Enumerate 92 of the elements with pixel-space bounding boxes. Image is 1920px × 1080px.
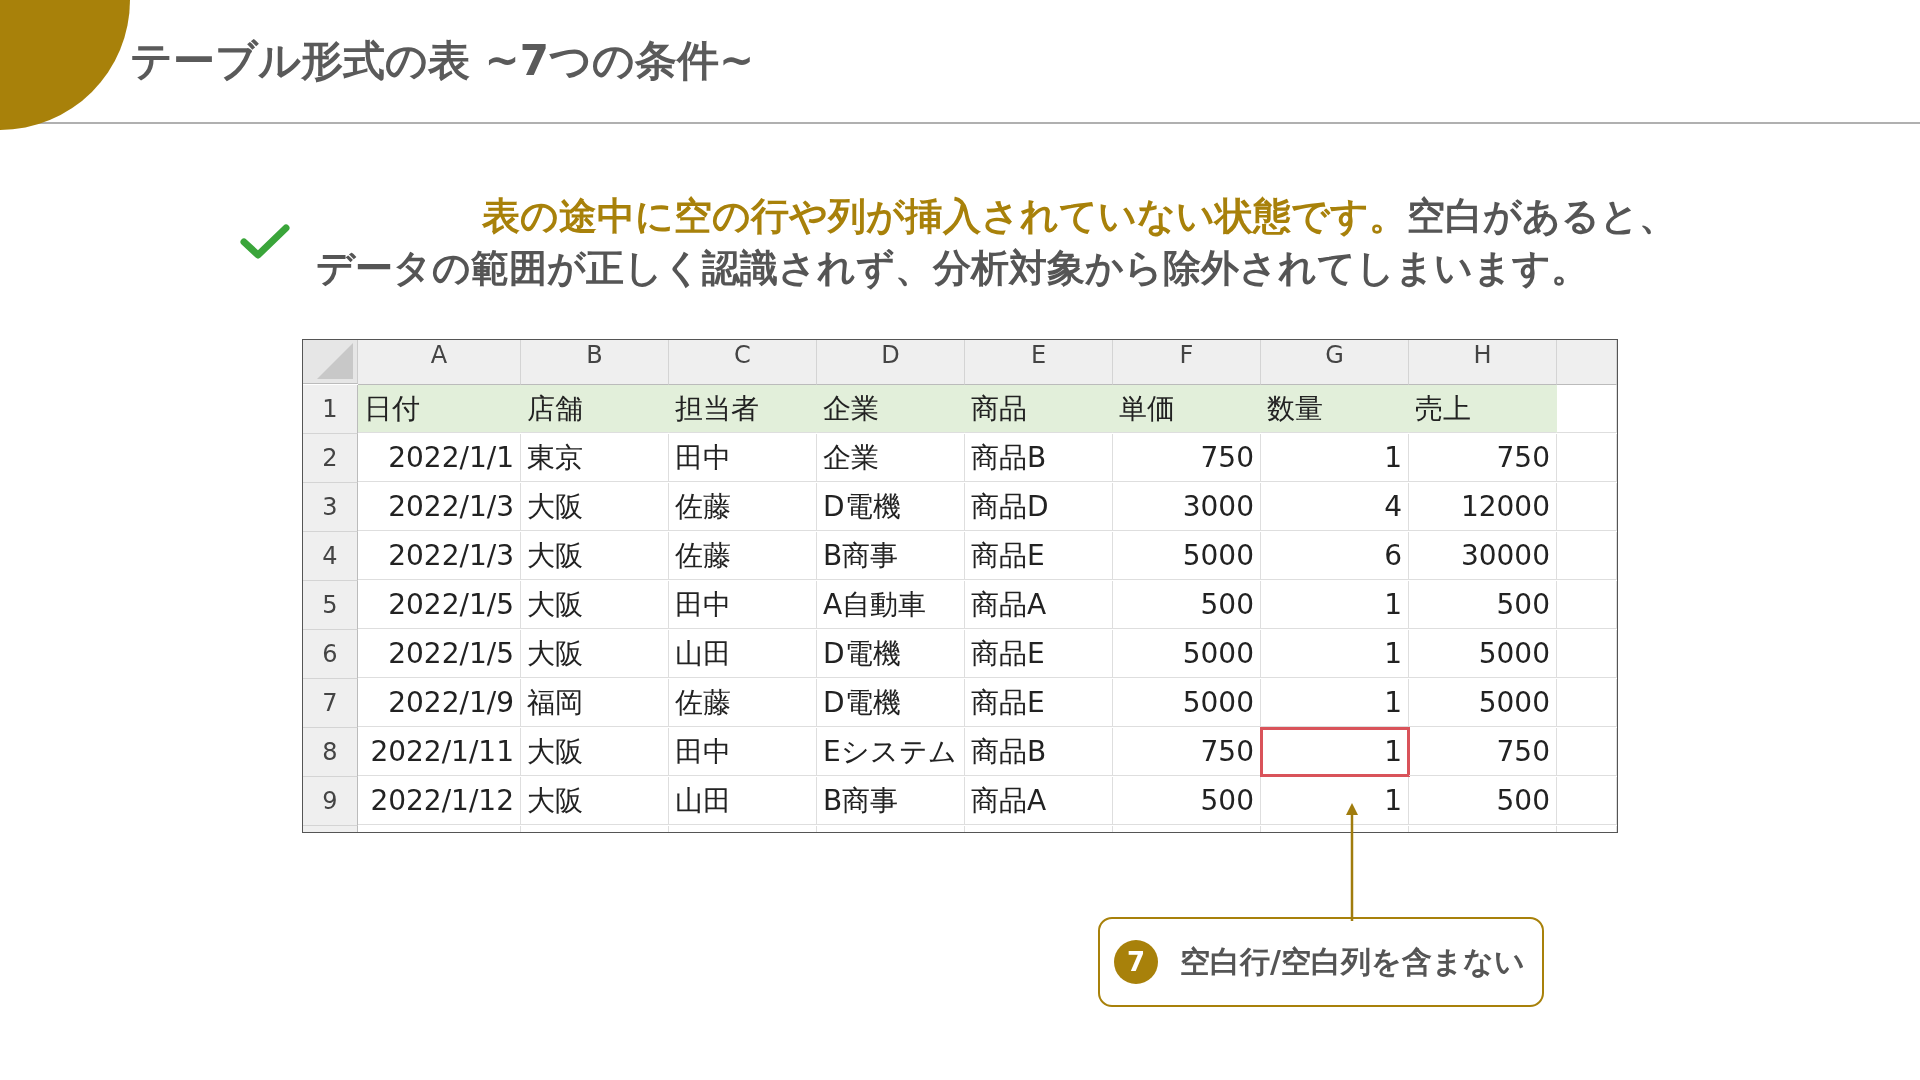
table-cell: 佐藤 <box>669 532 817 580</box>
table-cell: 2022/1/5 <box>358 630 521 678</box>
table-cell: 750 <box>1409 728 1557 776</box>
table-cell: 500 <box>1113 777 1261 825</box>
table-cell: 田中 <box>669 581 817 629</box>
table-cell: 大阪 <box>521 728 669 776</box>
row-header[interactable]: 5 <box>303 581 358 630</box>
row-header[interactable]: 7 <box>303 679 358 728</box>
table-cell: 佐藤 <box>669 679 817 727</box>
table-cell: 山田 <box>669 777 817 825</box>
table-cell: 2022/1/1 <box>358 434 521 482</box>
table-cell: B商事 <box>817 532 965 580</box>
message-text: 表の途中に空の行や列が挿入されていない状態です。空白があると、データの範囲が正しく認識されず、分析対象から除外されてしまいます。 <box>316 193 1678 292</box>
table-cell: 商品B <box>965 728 1113 776</box>
table-cell: 2022/1/12 <box>358 777 521 825</box>
table-cell: 2022/1/3 <box>358 532 521 580</box>
number-badge: 7 <box>1114 940 1158 984</box>
table-cell: 山田 <box>669 630 817 678</box>
table-cell: 売上 <box>1409 385 1557 433</box>
table-cell: 大阪 <box>521 532 669 580</box>
table-cell: 5000 <box>1409 679 1557 727</box>
table-cell: 2022/1/3 <box>358 483 521 531</box>
table-cell: Eシステム <box>817 728 965 776</box>
row-header[interactable]: 9 <box>303 777 358 826</box>
callout-text: 空白行/空白列を含まない <box>1180 942 1525 981</box>
table-cell: 単価 <box>1113 385 1261 433</box>
table-cell: 日付 <box>358 385 521 433</box>
table-cell: 750 <box>1113 728 1261 776</box>
table-cell: 企業 <box>817 385 965 433</box>
table-cell: 商品E <box>965 630 1113 678</box>
column-header[interactable]: E <box>965 340 1113 385</box>
table-cell: 商品A <box>965 581 1113 629</box>
table-cell: 商品B <box>965 434 1113 482</box>
table-cell: 1 <box>1261 434 1409 482</box>
table-cell: 担当者 <box>669 385 817 433</box>
column-header[interactable]: H <box>1409 340 1557 385</box>
table-cell: 商品 <box>965 385 1113 433</box>
table-cell: 大阪 <box>521 630 669 678</box>
table-cell: 佐藤 <box>669 483 817 531</box>
table-cell: 店舗 <box>521 385 669 433</box>
column-header[interactable]: C <box>669 340 817 385</box>
table-cell: 750 <box>1113 434 1261 482</box>
row-header[interactable]: 4 <box>303 532 358 581</box>
table-cell: 1 <box>1261 630 1409 678</box>
column-header[interactable]: F <box>1113 340 1261 385</box>
table-cell: 5000 <box>1113 679 1261 727</box>
table-cell: 大阪 <box>521 777 669 825</box>
table-cell: 企業 <box>817 434 965 482</box>
table-cell: 商品D <box>965 483 1113 531</box>
table-cell: 5000 <box>1409 630 1557 678</box>
row-header[interactable]: 2 <box>303 434 358 483</box>
row-header[interactable]: 1 <box>303 385 358 434</box>
table-cell: D電機 <box>817 679 965 727</box>
table-cell: 750 <box>1409 434 1557 482</box>
table-cell: B商事 <box>817 777 965 825</box>
table-cell: 5000 <box>1113 532 1261 580</box>
table-cell: 500 <box>1409 581 1557 629</box>
row-header[interactable]: 8 <box>303 728 358 777</box>
table-cell: 数量 <box>1261 385 1409 433</box>
table-cell: 5000 <box>1113 630 1261 678</box>
table-cell: 500 <box>1113 581 1261 629</box>
table-cell: 1 <box>1261 581 1409 629</box>
row-header[interactable]: 3 <box>303 483 358 532</box>
table-cell: 1 <box>1261 728 1409 776</box>
slide-title: テーブル形式の表 ~7つの条件~ <box>130 35 755 87</box>
table-cell: A自動車 <box>817 581 965 629</box>
table-cell: 商品A <box>965 777 1113 825</box>
table-cell: 田中 <box>669 728 817 776</box>
table-cell: 30000 <box>1409 532 1557 580</box>
column-header[interactable]: B <box>521 340 669 385</box>
table-cell: 1 <box>1261 679 1409 727</box>
table-cell: 4 <box>1261 483 1409 531</box>
table-cell: D電機 <box>817 630 965 678</box>
table-cell: 大阪 <box>521 581 669 629</box>
table-cell: 2022/1/5 <box>358 581 521 629</box>
column-header[interactable]: G <box>1261 340 1409 385</box>
table-cell: 2022/1/9 <box>358 679 521 727</box>
table-cell: 500 <box>1409 777 1557 825</box>
table-cell: 商品E <box>965 532 1113 580</box>
table-cell: 6 <box>1261 532 1409 580</box>
table-cell: 東京 <box>521 434 669 482</box>
table-cell: 2022/1/11 <box>358 728 521 776</box>
column-header[interactable]: D <box>817 340 965 385</box>
table-cell: 大阪 <box>521 483 669 531</box>
table-cell: 3000 <box>1113 483 1261 531</box>
table-cell: D電機 <box>817 483 965 531</box>
table-cell: 福岡 <box>521 679 669 727</box>
table-cell: 田中 <box>669 434 817 482</box>
row-header[interactable]: 6 <box>303 630 358 679</box>
table-cell: 12000 <box>1409 483 1557 531</box>
column-header[interactable]: A <box>358 340 521 385</box>
table-cell: 商品E <box>965 679 1113 727</box>
